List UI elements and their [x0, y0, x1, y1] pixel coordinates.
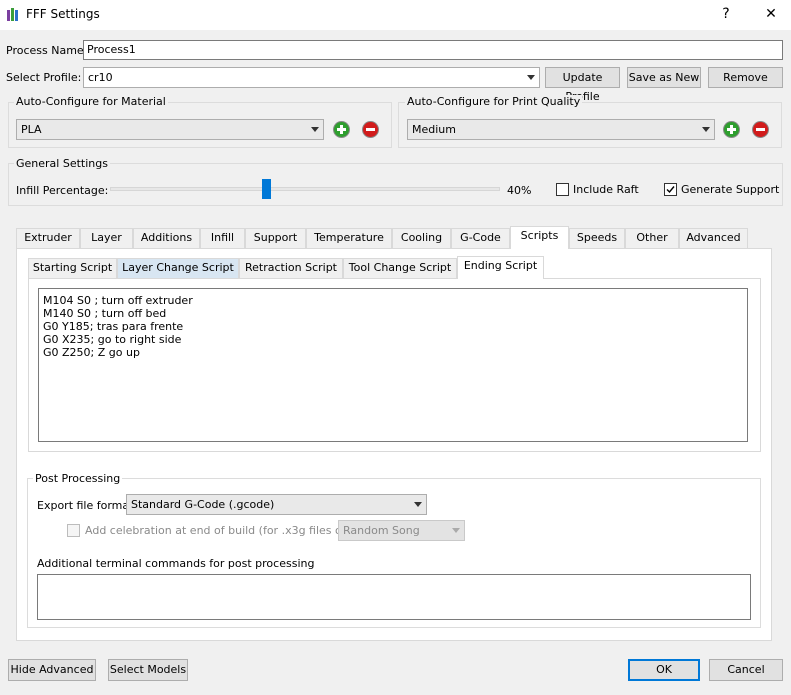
chevron-down-icon — [702, 127, 710, 132]
include-raft-label: Include Raft — [573, 183, 639, 196]
add-material-icon[interactable] — [333, 121, 350, 138]
tab-other[interactable]: Other — [625, 228, 679, 248]
export-format-value: Standard G-Code (.gcode) — [131, 498, 275, 511]
script-line: G0 X235; go to right side — [43, 333, 182, 346]
script-line: G0 Y185; tras para frente — [43, 320, 184, 333]
remove-material-icon[interactable] — [362, 121, 379, 138]
post-processing-title: Post Processing — [33, 472, 123, 485]
script-line: M140 S0 ; turn off bed — [43, 307, 167, 320]
tab-speeds[interactable]: Speeds — [569, 228, 625, 248]
save-as-new-button[interactable]: Save as New — [627, 67, 701, 88]
remove-profile-button[interactable]: Remove — [708, 67, 783, 88]
chevron-down-icon — [527, 75, 535, 80]
tab-cooling[interactable]: Cooling — [392, 228, 451, 248]
close-button[interactable]: ✕ — [761, 5, 781, 25]
infill-slider-thumb[interactable] — [261, 179, 271, 199]
tab-support[interactable]: Support — [245, 228, 306, 248]
process-name-value: Process1 — [87, 43, 136, 56]
script-line: M104 S0 ; turn off extruder — [43, 294, 193, 307]
tab-gcode[interactable]: G-Code — [451, 228, 510, 248]
subtab-starting-script[interactable]: Starting Script — [28, 258, 117, 278]
title-bar: FFF Settings ? ✕ — [0, 0, 791, 30]
script-editor[interactable]: M104 S0 ; turn off extruder M140 S0 ; tu… — [38, 288, 748, 442]
cancel-button[interactable]: Cancel — [709, 659, 783, 681]
celebration-checkbox[interactable] — [67, 524, 80, 537]
quality-select-value: Medium — [412, 123, 456, 136]
help-button[interactable]: ? — [716, 5, 736, 25]
subtab-ending-script[interactable]: Ending Script — [457, 256, 544, 279]
quality-group-title: Auto-Configure for Print Quality — [405, 95, 583, 108]
tab-scripts[interactable]: Scripts — [510, 226, 569, 249]
export-format-label: Export file format — [37, 499, 134, 512]
material-select-value: PLA — [21, 123, 42, 136]
add-quality-icon[interactable] — [723, 121, 740, 138]
material-select[interactable]: PLA — [16, 119, 324, 140]
hide-advanced-button[interactable]: Hide Advanced — [8, 659, 96, 681]
general-settings-title: General Settings — [14, 157, 110, 170]
material-group-title: Auto-Configure for Material — [14, 95, 168, 108]
subtab-layer-change-script[interactable]: Layer Change Script — [117, 258, 239, 278]
chevron-down-icon — [414, 502, 422, 507]
celebration-label: Add celebration at end of build (for .x3… — [85, 524, 363, 537]
profile-select[interactable]: cr10 — [83, 67, 540, 88]
script-line: G0 Z250; Z go up — [43, 346, 140, 359]
window-title: FFF Settings — [26, 7, 100, 21]
subtab-retraction-script[interactable]: Retraction Script — [239, 258, 343, 278]
chevron-down-icon — [311, 127, 319, 132]
tab-layer[interactable]: Layer — [80, 228, 133, 248]
tab-advanced[interactable]: Advanced — [679, 228, 748, 248]
chevron-down-icon — [452, 528, 460, 533]
app-logo-icon — [7, 8, 18, 21]
subtab-tool-change-script[interactable]: Tool Change Script — [343, 258, 457, 278]
tab-infill[interactable]: Infill — [200, 228, 245, 248]
checkmark-icon — [666, 186, 675, 194]
select-models-button[interactable]: Select Models — [108, 659, 188, 681]
tab-additions[interactable]: Additions — [133, 228, 200, 248]
generate-support-checkbox[interactable] — [664, 183, 677, 196]
process-name-field[interactable]: Process1 — [83, 40, 783, 60]
include-raft-checkbox[interactable] — [556, 183, 569, 196]
remove-quality-icon[interactable] — [752, 121, 769, 138]
song-select-value: Random Song — [343, 524, 420, 537]
select-profile-label: Select Profile: — [6, 71, 82, 84]
tab-extruder[interactable]: Extruder — [16, 228, 80, 248]
infill-value: 40% — [507, 184, 532, 197]
process-name-label: Process Name: — [6, 44, 88, 57]
profile-select-value: cr10 — [88, 71, 113, 84]
ok-button[interactable]: OK — [628, 659, 700, 681]
infill-label: Infill Percentage: — [16, 184, 109, 197]
quality-select[interactable]: Medium — [407, 119, 715, 140]
terminal-commands-field[interactable] — [37, 574, 751, 620]
terminal-commands-label: Additional terminal commands for post pr… — [37, 557, 315, 570]
song-select[interactable]: Random Song — [338, 520, 465, 541]
tab-temperature[interactable]: Temperature — [306, 228, 392, 248]
generate-support-label: Generate Support — [681, 183, 780, 196]
infill-slider-track[interactable] — [110, 187, 500, 191]
update-profile-button[interactable]: Update Profile — [545, 67, 620, 103]
export-format-select[interactable]: Standard G-Code (.gcode) — [126, 494, 427, 515]
